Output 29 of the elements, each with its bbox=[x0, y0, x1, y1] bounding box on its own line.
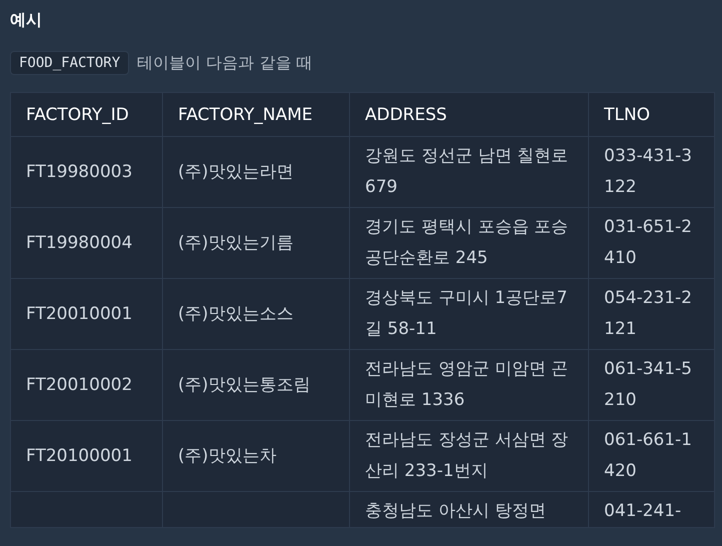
table-cell: (주)맛있는통조림 bbox=[162, 350, 350, 420]
table-cell: FT20010001 bbox=[10, 278, 162, 350]
table-cell: 054-231-2121 bbox=[588, 278, 714, 350]
table-cell: 031-651-2410 bbox=[588, 208, 714, 278]
table-cell: FT20100001 bbox=[10, 420, 162, 492]
table-cell: 041-241- bbox=[588, 492, 714, 528]
table-cell: (주)맛있는라면 bbox=[162, 136, 350, 208]
table-name-code: FOOD_FACTORY bbox=[10, 51, 130, 75]
table-cell: 경기도 평택시 포승읍 포승공단순환로 245 bbox=[350, 208, 588, 278]
column-header: ADDRESS bbox=[350, 92, 588, 136]
table-cell: (주)맛있는소스 bbox=[162, 278, 350, 350]
table-cell: 전라남도 영암군 미암면 곤미현로 1336 bbox=[350, 350, 588, 420]
table-cell: (주)맛있는기름 bbox=[162, 208, 350, 278]
column-header: TLNO bbox=[588, 92, 714, 136]
table-cell: 033-431-3122 bbox=[588, 136, 714, 208]
table-cell: FT19980004 bbox=[10, 208, 162, 278]
table-cell: 061-341-5210 bbox=[588, 350, 714, 420]
table-cell: 충청남도 아산시 탕정면 bbox=[350, 492, 588, 528]
table-cell: 061-661-1420 bbox=[588, 420, 714, 492]
column-header: FACTORY_NAME bbox=[162, 92, 350, 136]
table-cell: 강원도 정선군 남면 칠현로 679 bbox=[350, 136, 588, 208]
table-cell: (주)맛있는차 bbox=[162, 420, 350, 492]
intro-text: 테이블이 다음과 같을 때 bbox=[137, 52, 312, 74]
table-cell: FT20010002 bbox=[10, 350, 162, 420]
section-heading: 예시 bbox=[10, 10, 43, 31]
column-header: FACTORY_ID bbox=[10, 92, 162, 136]
table-cell: 전라남도 장성군 서삼면 장산리 233-1번지 bbox=[350, 420, 588, 492]
table-cell: 경상북도 구미시 1공단로7길 58-11 bbox=[350, 278, 588, 350]
table-cell: FT19980003 bbox=[10, 136, 162, 208]
